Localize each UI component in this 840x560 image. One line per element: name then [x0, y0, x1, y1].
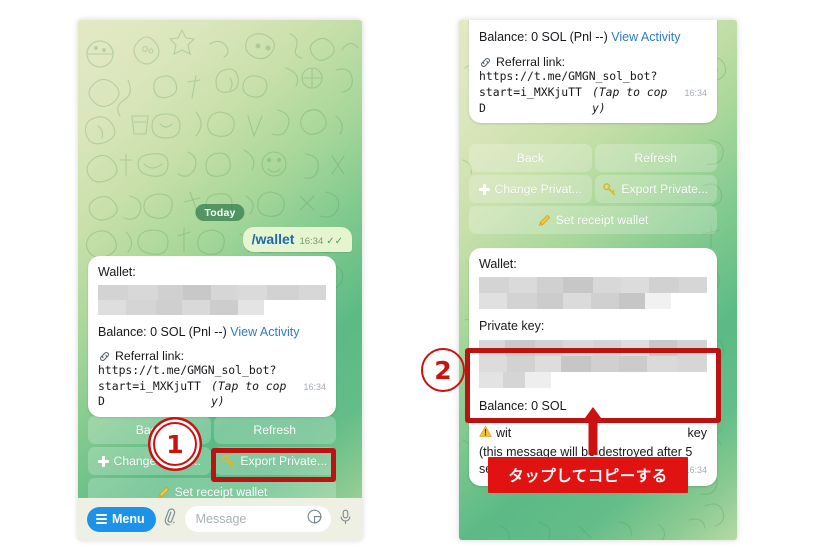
step-marker-2: 2: [421, 348, 465, 392]
balance-row: Balance: 0 SOL (Pnl --) View Activity: [98, 323, 326, 341]
read-receipt-icon: ✓✓: [326, 236, 343, 247]
referral-url-line2-row-top: start=i_MXKjuTTD (Tap to copy) 16:34: [479, 85, 707, 116]
keyboard-row-2: Change Privat... Export Private...: [88, 447, 336, 475]
refresh-button-label: Refresh: [253, 423, 297, 437]
tap-to-copy-callout-text: タップしてコピーする: [508, 467, 668, 485]
balance-row-top: Balance: 0 SOL (Pnl --) View Activity: [479, 28, 707, 46]
composer-icons: [307, 509, 322, 529]
link-icon: [481, 57, 490, 67]
right-phone-screenshot: Balance: 0 SOL (Pnl --) View Activity Re…: [459, 20, 737, 540]
paperclip-icon[interactable]: [159, 507, 181, 531]
referral-label-top: Referral link:: [496, 55, 566, 70]
keyboard-row-1: Back Refresh: [88, 416, 336, 444]
wallet-info-card: Wallet: Balance: 0 SOL (Pnl --) View Act…: [88, 256, 336, 418]
export-private-key-label: Export Private...: [240, 454, 328, 468]
hamburger-icon: [96, 514, 107, 524]
wallet-address-redacted-right: [479, 276, 707, 309]
warning-icon: [479, 425, 492, 437]
plus-icon: [97, 455, 109, 467]
referral-url-line2-row: start=i_MXKjuTTD (Tap to copy) 16:34: [98, 379, 326, 410]
keyboard-row-1-right: Back Refresh: [469, 144, 717, 172]
refresh-button-label-right: Refresh: [634, 151, 678, 165]
tap-to-copy-callout: タップしてコピーする: [488, 457, 688, 493]
tap-to-copy-hint-top: (Tap to copy): [591, 84, 668, 115]
back-button-right[interactable]: Back: [469, 144, 592, 172]
set-receipt-wallet-label: Set receipt wallet: [174, 485, 268, 499]
message-input-field[interactable]: Message: [184, 506, 331, 532]
outgoing-message-bubble[interactable]: /wallet 16:34 ✓✓: [242, 227, 352, 252]
private-key-label: Private key:: [479, 318, 545, 333]
outgoing-message-text: /wallet: [251, 231, 295, 247]
export-private-key-button[interactable]: Export Private...: [213, 447, 336, 475]
day-separator-badge: Today: [195, 204, 245, 221]
set-receipt-wallet-label-right: Set receipt wallet: [555, 213, 649, 227]
wallet-label-right: Wallet:: [479, 257, 517, 271]
microphone-icon[interactable]: [338, 509, 353, 530]
inline-keyboard-right: Back Refresh Change Privat... Export Pri…: [469, 144, 717, 234]
wallet-info-card-top: Balance: 0 SOL (Pnl --) View Activity Re…: [469, 20, 717, 124]
card-timestamp: 16:34: [303, 381, 326, 392]
message-composer-bar: Menu Message: [78, 498, 362, 540]
referral-label-row: Referral link:: [98, 349, 326, 363]
referral-label: Referral link:: [115, 349, 185, 363]
export-private-key-button-right[interactable]: Export Private...: [594, 175, 717, 203]
left-chat-content: Today /wallet 16:34 ✓✓ Wallet: Balance: …: [78, 20, 362, 540]
up-arrow-annotation: [580, 405, 606, 457]
refresh-button-right[interactable]: Refresh: [594, 144, 717, 172]
step-marker-1-value: 1: [166, 429, 184, 459]
right-chat-content: Balance: 0 SOL (Pnl --) View Activity Re…: [459, 20, 737, 540]
wallet-label: Wallet:: [98, 265, 136, 279]
set-receipt-wallet-button-right[interactable]: Set receipt wallet: [469, 206, 717, 234]
card-top-cropped-area: [479, 20, 707, 28]
pencil-icon: [538, 214, 550, 226]
tap-to-copy-hint: (Tap to copy): [210, 378, 287, 409]
screenshot-stage: Today /wallet 16:34 ✓✓ Wallet: Balance: …: [0, 0, 840, 560]
step-marker-2-value: 2: [434, 355, 452, 385]
warning-text-left-fragment: wit: [496, 425, 512, 440]
view-activity-link-top[interactable]: View Activity: [611, 30, 680, 44]
view-activity-link[interactable]: View Activity: [230, 325, 299, 339]
warning-text-right-fragment: key: [687, 425, 707, 440]
card-timestamp-top: 16:34: [684, 87, 707, 98]
key-icon: [603, 182, 616, 195]
referral-url-line1-top[interactable]: https://t.me/GMGN_sol_bot?: [479, 69, 707, 85]
left-phone-screenshot: Today /wallet 16:34 ✓✓ Wallet: Balance: …: [78, 20, 362, 540]
plus-icon: [478, 183, 490, 195]
menu-button-label: Menu: [112, 512, 145, 526]
inline-keyboard-left: Back Refresh Change Privat... Export Pri…: [88, 416, 336, 506]
outgoing-message-time: 16:34: [299, 236, 324, 247]
wallet-address-redacted: [98, 284, 326, 315]
keyboard-row-3-right: Set receipt wallet: [469, 206, 717, 234]
referral-url-line1[interactable]: https://t.me/GMGN_sol_bot?: [98, 363, 326, 379]
referral-label-row-top: Referral link:: [479, 55, 707, 69]
menu-button[interactable]: Menu: [87, 506, 156, 532]
key-icon: [222, 454, 235, 467]
balance-text: Balance: 0 SOL (Pnl --): [98, 324, 227, 339]
back-button-label-right: Back: [516, 151, 544, 165]
change-private-key-label-right: Change Privat...: [494, 182, 582, 196]
private-key-redacted[interactable]: [479, 339, 707, 388]
refresh-button[interactable]: Refresh: [213, 416, 336, 444]
link-icon: [100, 351, 109, 361]
sticker-icon[interactable]: [307, 509, 322, 529]
referral-url-line2[interactable]: start=i_MXKjuTTD: [98, 379, 207, 410]
change-private-key-button-right[interactable]: Change Privat...: [469, 175, 592, 203]
export-private-key-label-right: Export Private...: [621, 182, 709, 196]
keyboard-row-2-right: Change Privat... Export Private...: [469, 175, 717, 203]
pencil-icon: [157, 486, 169, 498]
referral-url-line2-top[interactable]: start=i_MXKjuTTD: [479, 85, 588, 116]
balance-text-top: Balance: 0 SOL (Pnl --): [479, 30, 608, 44]
message-placeholder: Message: [195, 512, 247, 526]
step-marker-1: 1: [153, 422, 197, 466]
